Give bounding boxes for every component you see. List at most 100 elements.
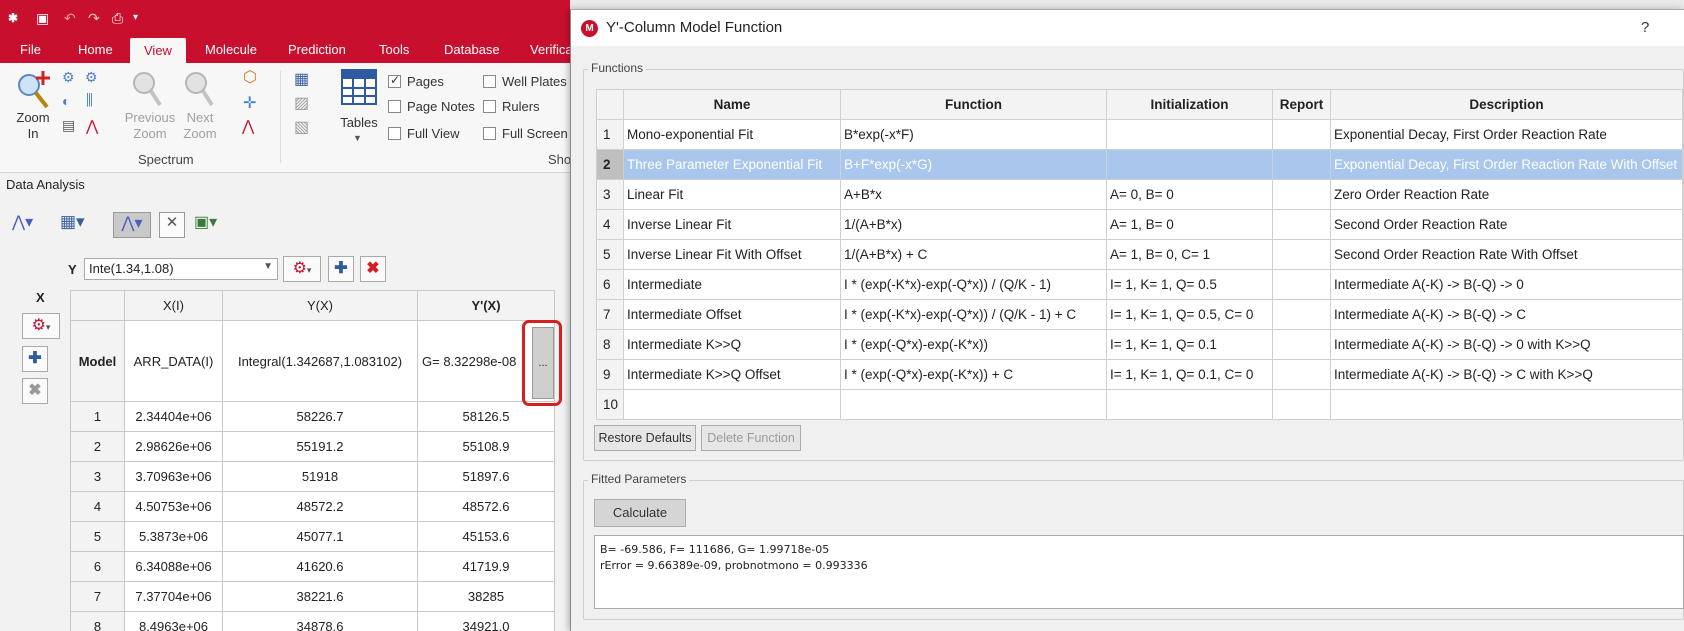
model-edit-button[interactable]: ... (532, 327, 554, 399)
table-view-icon[interactable]: ▦▾ (60, 212, 85, 238)
table-cell[interactable]: 38285 (417, 581, 555, 612)
table-cell[interactable]: 7.37704e+06 (124, 581, 223, 612)
function-expression-cell[interactable]: A+B*x (840, 179, 1107, 210)
initialization-cell[interactable]: I= 1, K= 1, Q= 0.5 (1106, 269, 1273, 300)
table-cell[interactable]: 2.98626e+06 (124, 431, 223, 462)
function-expression-cell[interactable] (840, 389, 1107, 420)
delete-function-button[interactable]: Delete Function (701, 425, 801, 451)
document-icon[interactable]: ▤ (62, 117, 75, 134)
initialization-cell[interactable]: A= 1, B= 0 (1106, 209, 1273, 240)
function-name-cell[interactable]: Intermediate K>>Q Offset (623, 359, 841, 390)
description-cell[interactable]: Zero Order Reaction Rate (1330, 179, 1683, 210)
function-expression-cell[interactable]: I * (exp(-K*x)-exp(-Q*x)) / (Q/K - 1) (840, 269, 1107, 300)
function-name-cell[interactable]: Mono-exponential Fit (623, 119, 841, 150)
column-header-yprime[interactable]: Y'(X) (417, 290, 555, 321)
description-cell[interactable]: Exponential Decay, First Order Reaction … (1330, 149, 1683, 180)
table-row[interactable]: 4 Inverse Linear Fit 1/(A+B*x) A= 1, B= 0 Se… (596, 209, 1683, 240)
report-cell[interactable] (1272, 239, 1331, 270)
crosshair-icon[interactable]: ✛ (243, 93, 256, 113)
spectrum-peaks-icon[interactable]: ⋀ (86, 117, 98, 135)
spectrum-lines-icon[interactable]: ⫼ (86, 92, 93, 109)
redo-icon[interactable]: ↷ (88, 9, 100, 27)
full-view-checkbox[interactable]: Full View (388, 126, 460, 141)
function-name-cell[interactable]: Intermediate Offset (623, 299, 841, 330)
table-cell[interactable]: 58126.5 (417, 401, 555, 432)
description-cell[interactable]: Exponential Decay, First Order Reaction … (1330, 119, 1683, 150)
column-header-x[interactable]: X(I) (124, 290, 223, 321)
y-remove-button[interactable]: ✖ (360, 256, 386, 282)
chart-icon[interactable]: ▣▾ (194, 212, 217, 238)
calculate-button[interactable]: Calculate (594, 499, 686, 527)
customize-toolbar-icon[interactable]: ▾ (133, 9, 138, 27)
column-header-name[interactable]: Name (623, 89, 841, 120)
table-row[interactable]: 6 Intermediate I * (exp(-K*x)-exp(-Q*x)) /… (596, 269, 1683, 300)
tab-file[interactable]: File (18, 36, 43, 63)
table-cell[interactable]: 34921.0 (417, 611, 555, 631)
full-screen-checkbox[interactable]: Full Screen (483, 126, 568, 141)
report-cell[interactable] (1272, 359, 1331, 390)
function-name-cell[interactable]: Intermediate (623, 269, 841, 300)
description-cell[interactable]: Intermediate A(-K) -> B(-Q) -> 0 (1330, 269, 1683, 300)
table-row[interactable]: 5 Inverse Linear Fit With Offset 1/(A+B*x)… (596, 239, 1683, 270)
spectrum-tool2-icon[interactable]: ⚙ (85, 69, 98, 86)
page-notes-checkbox[interactable]: Page Notes (388, 99, 475, 114)
report-cell[interactable] (1272, 119, 1331, 150)
report-cell[interactable] (1272, 209, 1331, 240)
function-name-cell[interactable]: Inverse Linear Fit With Offset (623, 239, 841, 270)
initialization-cell[interactable]: A= 1, B= 0, C= 1 (1106, 239, 1273, 270)
table-cell[interactable]: 8.4963e+06 (124, 611, 223, 631)
column-header-description[interactable]: Description (1330, 89, 1683, 120)
tables-button[interactable]: Tables (335, 115, 383, 131)
tables-dropdown-icon[interactable]: ▼ (353, 133, 362, 143)
model-x-cell[interactable]: ARR_DATA(I) (124, 320, 223, 402)
function-name-cell[interactable]: Linear Fit (623, 179, 841, 210)
table-cell[interactable]: 51897.6 (417, 461, 555, 492)
table-cell[interactable]: 41719.9 (417, 551, 555, 582)
y-settings-button[interactable]: ⚙▾ (283, 256, 321, 282)
curve-view-icon[interactable]: ⋀▾ (113, 212, 151, 238)
layout-icon[interactable]: ▦ (294, 69, 309, 89)
table-row[interactable]: 3 Linear Fit A+B*x A= 0, B= 0 Zero Order Rea… (596, 179, 1683, 210)
report-cell[interactable] (1272, 389, 1331, 420)
initialization-cell[interactable] (1106, 389, 1273, 420)
tab-molecule[interactable]: Molecule (203, 36, 259, 63)
initialization-cell[interactable]: I= 1, K= 1, Q= 0.5, C= 0 (1106, 299, 1273, 330)
column-header-y[interactable]: Y(X) (222, 290, 418, 321)
tab-verification[interactable]: Verifica (528, 36, 570, 63)
function-name-cell[interactable]: Inverse Linear Fit (623, 209, 841, 240)
spectrum-tool-icon[interactable]: ⚙ (62, 69, 75, 86)
table-row[interactable]: 10 (596, 389, 1683, 420)
x-settings-button[interactable]: ⚙▾ (22, 313, 60, 339)
table-cell[interactable]: 55108.9 (417, 431, 555, 462)
table-row[interactable]: 1 Mono-exponential Fit B*exp(-x*F) Exponent… (596, 119, 1683, 150)
spectrum-view-icon[interactable]: ⋀▾ (12, 212, 33, 238)
fitted-parameters-output[interactable]: B= -69.586, F= 111686, G= 1.99718e-05 rE… (594, 535, 1684, 609)
initialization-cell[interactable]: I= 1, K= 1, Q= 0.1, C= 0 (1106, 359, 1273, 390)
tab-prediction[interactable]: Prediction (286, 36, 348, 63)
x-add-button[interactable]: ✚ (22, 346, 48, 372)
report-cell[interactable] (1272, 329, 1331, 360)
restore-defaults-button[interactable]: Restore Defaults (594, 425, 696, 451)
report-cell[interactable] (1272, 149, 1331, 180)
print-icon[interactable]: ⎙ (112, 9, 123, 27)
y-expression-combo[interactable]: Inte(1.34,1.08) ▼ (84, 258, 278, 280)
table-cell[interactable]: 5.3873e+06 (124, 521, 223, 552)
function-expression-cell[interactable]: B+F*exp(-x*G) (840, 149, 1107, 180)
tab-view[interactable]: View (130, 38, 186, 63)
description-cell[interactable]: Intermediate A(-K) -> B(-Q) -> 0 with K>… (1330, 329, 1683, 360)
zoom-in-label[interactable]: Zoom In (8, 110, 58, 142)
description-cell[interactable]: Intermediate A(-K) -> B(-Q) -> C with K>… (1330, 359, 1683, 390)
tab-home[interactable]: Home (76, 36, 115, 63)
table-cell[interactable]: 38221.6 (222, 581, 418, 612)
description-cell[interactable]: Intermediate A(-K) -> B(-Q) -> C (1330, 299, 1683, 330)
table-cell[interactable]: 34878.6 (222, 611, 418, 631)
well-plates-checkbox[interactable]: Well Plates (483, 74, 567, 89)
initialization-cell[interactable]: A= 0, B= 0 (1106, 179, 1273, 210)
report-cell[interactable] (1272, 179, 1331, 210)
model-y-cell[interactable]: Integral(1.342687,1.083102) (222, 320, 418, 402)
layout3-icon[interactable]: ▧ (294, 117, 309, 137)
table-cell[interactable]: 48572.2 (222, 491, 418, 522)
x-remove-button[interactable]: ✖ (22, 378, 48, 404)
molecule-icon[interactable]: ⬡ (243, 67, 257, 87)
function-name-cell[interactable] (623, 389, 841, 420)
